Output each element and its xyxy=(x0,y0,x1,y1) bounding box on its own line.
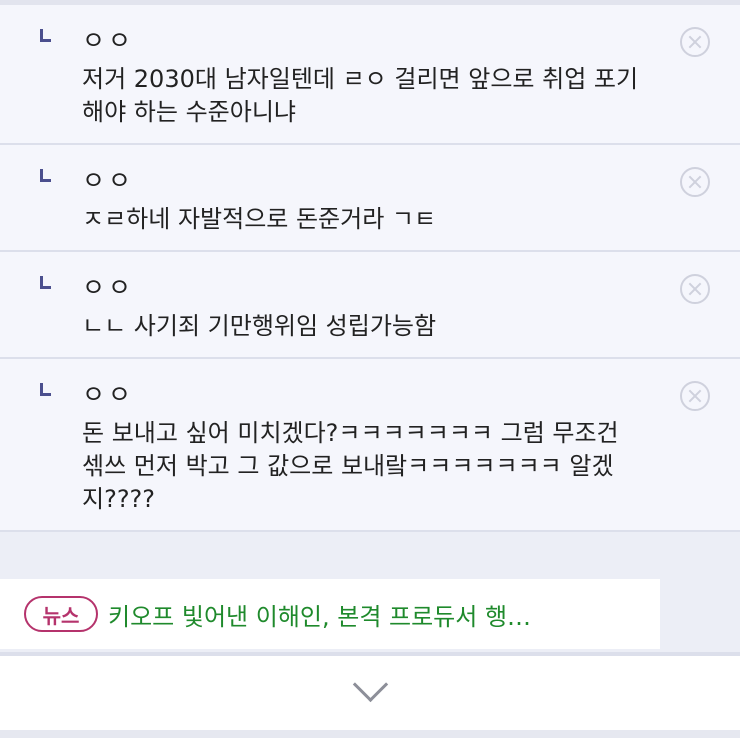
reply-text: 돈 보내고 싶어 미치겠다?ㅋㅋㅋㅋㅋㅋㅋ 그럼 무조건 섺쓰 먼저 박고 그 … xyxy=(82,419,619,513)
reply-item: ㅇㅇ ㅈㄹ하네 자발적으로 돈준거라 ㄱㅌ xyxy=(0,145,740,252)
reply-arrow-icon xyxy=(40,276,51,289)
delete-reply-button[interactable] xyxy=(680,167,710,197)
chevron-down-icon xyxy=(352,666,389,703)
reply-author: ㅇㅇ xyxy=(82,166,135,195)
bottom-strip xyxy=(0,730,740,738)
delete-reply-button[interactable] xyxy=(680,27,710,57)
news-headline-link[interactable]: 키오프 빛어낸 이해인, 본격 프로듀서 행… xyxy=(108,597,628,632)
news-badge: 뉴스 xyxy=(24,596,98,632)
delete-reply-button[interactable] xyxy=(680,274,710,304)
reply-arrow-icon xyxy=(40,169,51,182)
reply-list: ㅇㅇ 저거 2030대 남자일텐데 ㄹㅇ 걸리면 앞으로 취업 포기 해야 하는… xyxy=(0,5,740,532)
reply-text: ㅈㄹ하네 자발적으로 돈준거라 ㄱㅌ xyxy=(82,205,437,233)
reply-arrow-icon xyxy=(40,29,51,42)
reply-text: ㄴㄴ 사기죄 기만행위임 성립가능함 xyxy=(82,312,437,340)
delete-reply-button[interactable] xyxy=(680,381,710,411)
news-banner[interactable]: 뉴스 키오프 빛어낸 이해인, 본격 프로듀서 행… xyxy=(0,579,660,649)
reply-item: ㅇㅇ ㄴㄴ 사기죄 기만행위임 성립가능함 xyxy=(0,252,740,359)
reply-text: 저거 2030대 남자일텐데 ㄹㅇ 걸리면 앞으로 취업 포기 해야 하는 수준… xyxy=(82,65,639,126)
expand-more-button[interactable] xyxy=(0,656,740,730)
comment-thread-page: ㅇㅇ 저거 2030대 남자일텐데 ㄹㅇ 걸리면 앞으로 취업 포기 해야 하는… xyxy=(0,0,740,738)
reply-item: ㅇㅇ 저거 2030대 남자일텐데 ㄹㅇ 걸리면 앞으로 취업 포기 해야 하는… xyxy=(0,5,740,145)
reply-item: ㅇㅇ 돈 보내고 싶어 미치겠다?ㅋㅋㅋㅋㅋㅋㅋ 그럼 무조건 섺쓰 먼저 박고… xyxy=(0,359,740,532)
news-banner-spacer xyxy=(660,579,740,649)
reply-arrow-icon xyxy=(40,383,51,396)
reply-author: ㅇㅇ xyxy=(82,273,135,302)
reply-author: ㅇㅇ xyxy=(82,26,135,55)
reply-author: ㅇㅇ xyxy=(82,380,135,409)
